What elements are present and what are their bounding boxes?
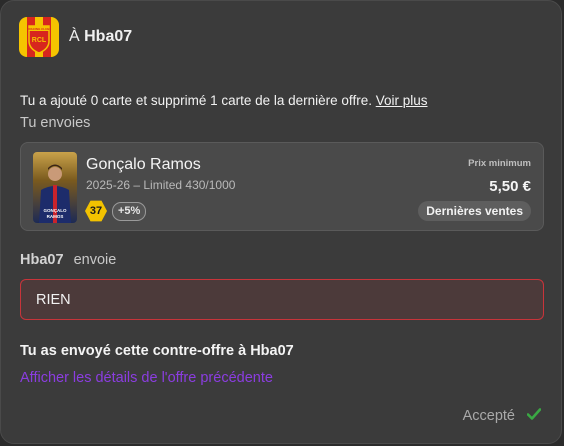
- sender-verb: envoie: [73, 252, 117, 268]
- offer-header: RCL RACING CLUB À Hba07: [19, 17, 132, 57]
- previous-offer-link[interactable]: Afficher les détails de l'offre précéden…: [20, 370, 273, 386]
- last-sales-button[interactable]: Dernières ventes: [418, 201, 531, 221]
- recipient-prefix: À: [69, 28, 80, 45]
- recipient-heading: À Hba07: [69, 28, 132, 46]
- card-name-line2: RAMOS: [47, 214, 64, 219]
- bonus-badge: +5%: [112, 202, 147, 221]
- club-initials: RCL: [32, 37, 47, 44]
- see-more-link[interactable]: Voir plus: [376, 93, 428, 108]
- card-edition: 2025-26 – Limited 430/1000: [86, 178, 236, 192]
- min-price-label: Prix minimum: [468, 158, 531, 169]
- card-name-line1: GONÇALO: [44, 208, 67, 213]
- club-logo: RCL RACING CLUB: [19, 17, 59, 57]
- min-price-value: 5,50 €: [489, 178, 531, 195]
- offer-change-info: Tu a ajouté 0 carte et supprimé 1 carte …: [20, 93, 428, 108]
- offer-change-text: Tu a ajouté 0 carte et supprimé 1 carte …: [20, 93, 372, 108]
- player-name: Gonçalo Ramos: [86, 156, 201, 173]
- counter-offer-title: Tu as envoyé cette contre-offre à Hba07: [20, 343, 294, 359]
- sender-items-box: RIEN: [20, 279, 544, 320]
- player-rating: 37: [85, 200, 107, 222]
- sender-name: Hba07: [20, 252, 64, 268]
- status-label: Accepté: [462, 408, 515, 424]
- recipient-name: Hba07: [84, 28, 133, 45]
- you-send-label: Tu envoies: [20, 115, 91, 131]
- offer-panel: RCL RACING CLUB À Hba07 Tu a ajouté 0 ca…: [0, 0, 562, 444]
- check-icon: [526, 407, 542, 425]
- card-item[interactable]: GONÇALO RAMOS Gonçalo Ramos 2025-26 – Li…: [20, 142, 544, 231]
- sender-label: Hba07 envoie: [20, 252, 116, 268]
- club-name: RACING CLUB: [29, 27, 51, 31]
- club-crest-icon: RCL RACING CLUB: [28, 25, 51, 54]
- player-card-image: GONÇALO RAMOS: [33, 152, 77, 223]
- offer-status: Accepté: [462, 407, 542, 425]
- nothing-text: RIEN: [36, 292, 71, 308]
